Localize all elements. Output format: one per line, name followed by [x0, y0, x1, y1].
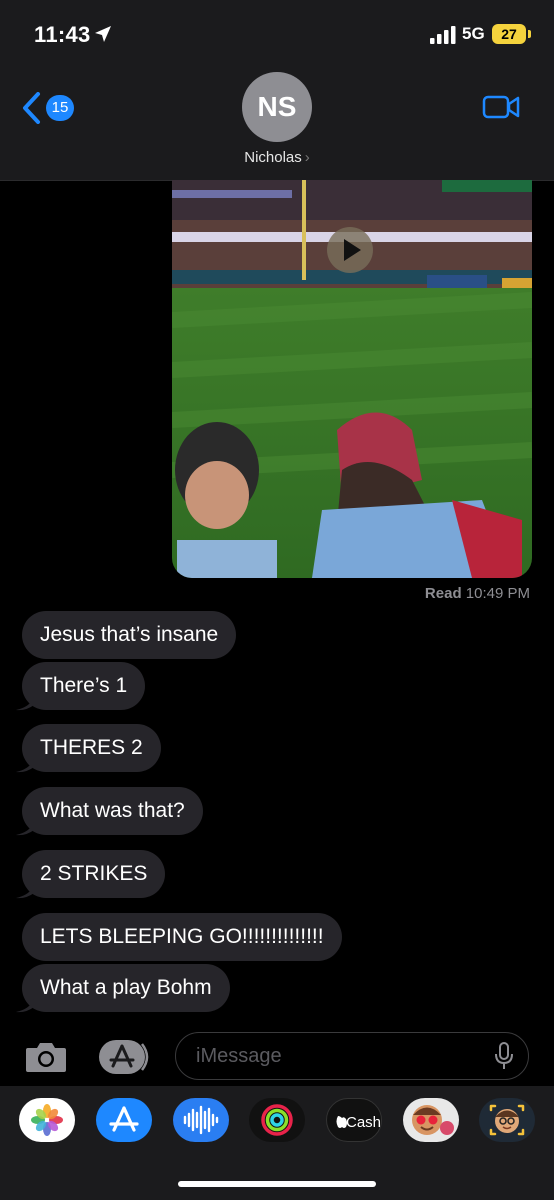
audio-message-icon [183, 1105, 219, 1135]
contact-name-button[interactable]: Nicholas › [0, 149, 554, 166]
microphone-icon[interactable] [494, 1042, 514, 1070]
battery-tip [528, 30, 531, 38]
audio-message-button[interactable] [173, 1098, 229, 1142]
status-time: 11:43 [34, 22, 91, 47]
chevron-right-icon: › [304, 149, 310, 166]
message-bubble[interactable]: Jesus that’s insane [22, 611, 237, 659]
battery-indicator: 27 [492, 24, 526, 44]
read-receipt: Read 10:49 PM [425, 585, 530, 602]
play-icon [344, 239, 361, 261]
back-button[interactable]: 15 [20, 90, 82, 126]
contact-avatar[interactable]: NS [242, 72, 312, 142]
contact-name: Nicholas [244, 149, 302, 166]
camera-icon[interactable] [24, 1040, 68, 1074]
bubble-tail [16, 759, 34, 773]
facetime-video-icon[interactable] [482, 94, 520, 120]
read-label: Read [424, 585, 462, 602]
message-bubble[interactable]: There’s 1 [22, 662, 146, 710]
network-type: 5G [462, 24, 485, 43]
location-arrow-icon [95, 26, 111, 42]
message-input[interactable]: iMessage [175, 1032, 529, 1080]
message-bubble[interactable]: What was that? [22, 787, 203, 835]
bubble-tail [16, 885, 34, 899]
chevron-left-icon [23, 92, 40, 124]
message-bubble[interactable]: 2 STRIKES [22, 850, 166, 898]
apple-cash-button[interactable]: Cash [326, 1098, 382, 1142]
video-message[interactable] [172, 180, 532, 578]
message-bubble[interactable]: THERES 2 [22, 724, 161, 772]
message-bubble[interactable]: LETS BLEEPING GO!!!!!!!!!!!!!! [22, 913, 342, 961]
memoji-stickers-button[interactable] [403, 1098, 459, 1142]
bubble-tail [16, 697, 34, 711]
bubble-tail [16, 999, 34, 1013]
home-indicator[interactable] [178, 1181, 376, 1187]
photos-app-button[interactable] [19, 1098, 75, 1142]
app-store-button[interactable] [96, 1098, 152, 1142]
memoji-stickers-icon [412, 1105, 454, 1135]
app-store-drawer-icon[interactable] [98, 1039, 150, 1075]
unread-count-badge: 15 [46, 95, 74, 121]
fitness-icon [261, 1104, 293, 1136]
cellular-signal-icon [430, 26, 456, 44]
app-store-icon [109, 1106, 139, 1132]
fitness-app-button[interactable] [249, 1098, 305, 1142]
apple-cash-icon: Cash [336, 1114, 381, 1131]
status-bar: 11:43 5G 27 [0, 0, 554, 70]
photos-icon [31, 1104, 63, 1136]
apple-cash-label: Cash [346, 1114, 381, 1131]
message-input-placeholder: iMessage [196, 1045, 282, 1067]
bubble-tail [16, 822, 34, 836]
read-time: 10:49 PM [465, 585, 530, 602]
memoji-icon [489, 1104, 525, 1136]
memoji-button[interactable] [479, 1098, 535, 1142]
play-button[interactable] [327, 227, 373, 273]
message-bubble[interactable]: What a play Bohm [22, 964, 230, 1012]
